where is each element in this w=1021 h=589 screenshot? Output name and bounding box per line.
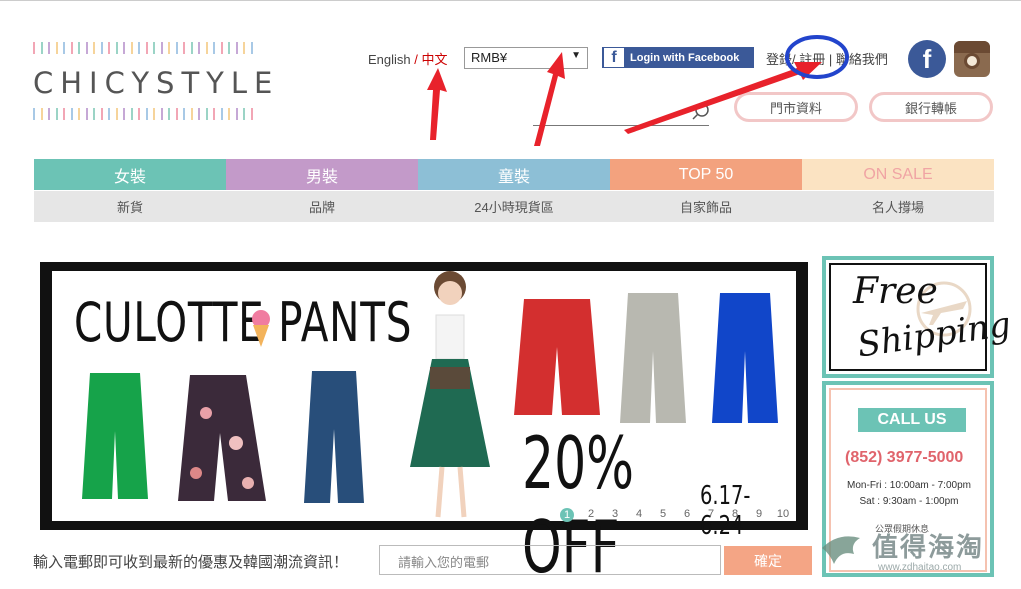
search-input[interactable] (533, 125, 709, 126)
ice-cream-icon (252, 310, 270, 347)
logo-text: CHICYSTYLE (33, 66, 280, 100)
login-link[interactable]: 登錄 (766, 52, 792, 67)
subnav-accessories[interactable]: 自家飾品 (610, 191, 802, 222)
phone-number: (852) 3977-5000 (845, 449, 964, 466)
language-switcher: English / 中文 (368, 49, 448, 68)
opening-hours: Mon-Fri : 10:00am - 7:00pm Sat : 9:30am … (839, 478, 979, 510)
call-us-ribbon: CALL US (858, 408, 966, 432)
nav-top50[interactable]: TOP 50 (610, 159, 802, 190)
instagram-icon[interactable] (954, 41, 990, 77)
promo-banner[interactable]: CULOTTE PANTS 20% OFF 6.17-6.24 (40, 262, 808, 589)
nav-on-sale[interactable]: ON SALE (802, 159, 994, 190)
carousel-pagination: 1 2 3 4 5 6 7 8 9 10 (560, 508, 790, 522)
carousel-dot[interactable]: 3 (608, 508, 622, 522)
lang-separator: / (410, 52, 422, 67)
hours-saturday: Sat : 9:30am - 1:00pm (859, 496, 959, 507)
lang-chinese-link[interactable]: 中文 (421, 52, 447, 67)
blue-pants-image (712, 293, 778, 423)
subnav-in-stock[interactable]: 24小時現貨區 (418, 191, 610, 222)
lang-english-link[interactable]: English (368, 52, 411, 67)
logo-stripes-bottom (33, 108, 253, 120)
link-separator: | (825, 52, 836, 67)
newsletter-label: 輸入電郵即可收到最新的優惠及韓國潮流資訊！ (33, 554, 349, 571)
search-icon[interactable] (692, 103, 710, 121)
facebook-login-button[interactable]: f Login with Facebook (602, 47, 754, 68)
green-pants-image (82, 373, 148, 499)
subnav-celebrity[interactable]: 名人撐場 (802, 191, 994, 222)
main-nav: 女裝 男裝 童裝 TOP 50 ON SALE (34, 159, 994, 190)
watermark-text: 值得海淘 (872, 532, 985, 562)
carousel-dot[interactable]: 7 (704, 508, 718, 522)
grey-pants-image (620, 293, 686, 423)
bank-transfer-button[interactable]: 銀行轉帳 (869, 92, 993, 122)
currency-value: RMB¥ (471, 50, 508, 65)
register-link[interactable]: / 註冊 (792, 52, 825, 67)
red-pants-image (514, 299, 600, 415)
denim-pants-image (304, 371, 364, 503)
subnav-new[interactable]: 新貨 (34, 191, 226, 222)
carousel-dot[interactable]: 5 (656, 508, 670, 522)
subnav-brands[interactable]: 品牌 (226, 191, 418, 222)
nav-kids[interactable]: 童裝 (418, 159, 610, 190)
watermark-bird-icon (822, 536, 860, 564)
banner-inner: CULOTTE PANTS 20% OFF 6.17-6.24 (52, 271, 796, 589)
facebook-login-label: Login with Facebook (630, 51, 740, 64)
nav-women[interactable]: 女裝 (34, 159, 226, 190)
account-links: 登錄/ 註冊 | 聯絡我們 (766, 49, 888, 68)
floral-pants-image (178, 375, 266, 501)
hours-weekday: Mon-Fri : 10:00am - 7:00pm (847, 480, 971, 491)
carousel-dot[interactable]: 10 (776, 508, 790, 522)
site-logo[interactable]: CHICYSTYLE (33, 42, 272, 122)
carousel-dot[interactable]: 4 (632, 508, 646, 522)
facebook-f-icon: f (604, 48, 624, 67)
facebook-icon[interactable]: f (908, 40, 946, 78)
top-border (0, 0, 1021, 1)
watermark-url: www.zdhaitao.com (878, 562, 962, 573)
contact-link[interactable]: 聯絡我們 (836, 52, 888, 67)
carousel-dot[interactable]: 8 (728, 508, 742, 522)
carousel-dot[interactable]: 2 (584, 508, 598, 522)
store-info-button[interactable]: 門市資料 (734, 92, 858, 122)
nav-men[interactable]: 男裝 (226, 159, 418, 190)
logo-stripes-top (33, 42, 253, 54)
free-shipping-banner[interactable]: Free Shipping (822, 256, 1013, 378)
newsletter-email-input[interactable]: 請輸入您的電郵 (379, 545, 721, 575)
sub-nav: 新貨 品牌 24小時現貨區 自家飾品 名人撐場 (34, 191, 994, 222)
carousel-dot[interactable]: 6 (680, 508, 694, 522)
model-image (410, 271, 490, 518)
currency-select[interactable]: RMB¥ ▼ (464, 47, 588, 69)
red-arrow-language (427, 68, 447, 140)
newsletter-submit-button[interactable]: 確定 (724, 546, 812, 575)
carousel-dot[interactable]: 1 (560, 508, 574, 522)
free-shipping-line1: Free (853, 271, 938, 312)
carousel-dot[interactable]: 9 (752, 508, 766, 522)
dropdown-arrow-icon: ▼ (571, 50, 581, 61)
banner-title: CULOTTE PANTS (74, 291, 413, 354)
